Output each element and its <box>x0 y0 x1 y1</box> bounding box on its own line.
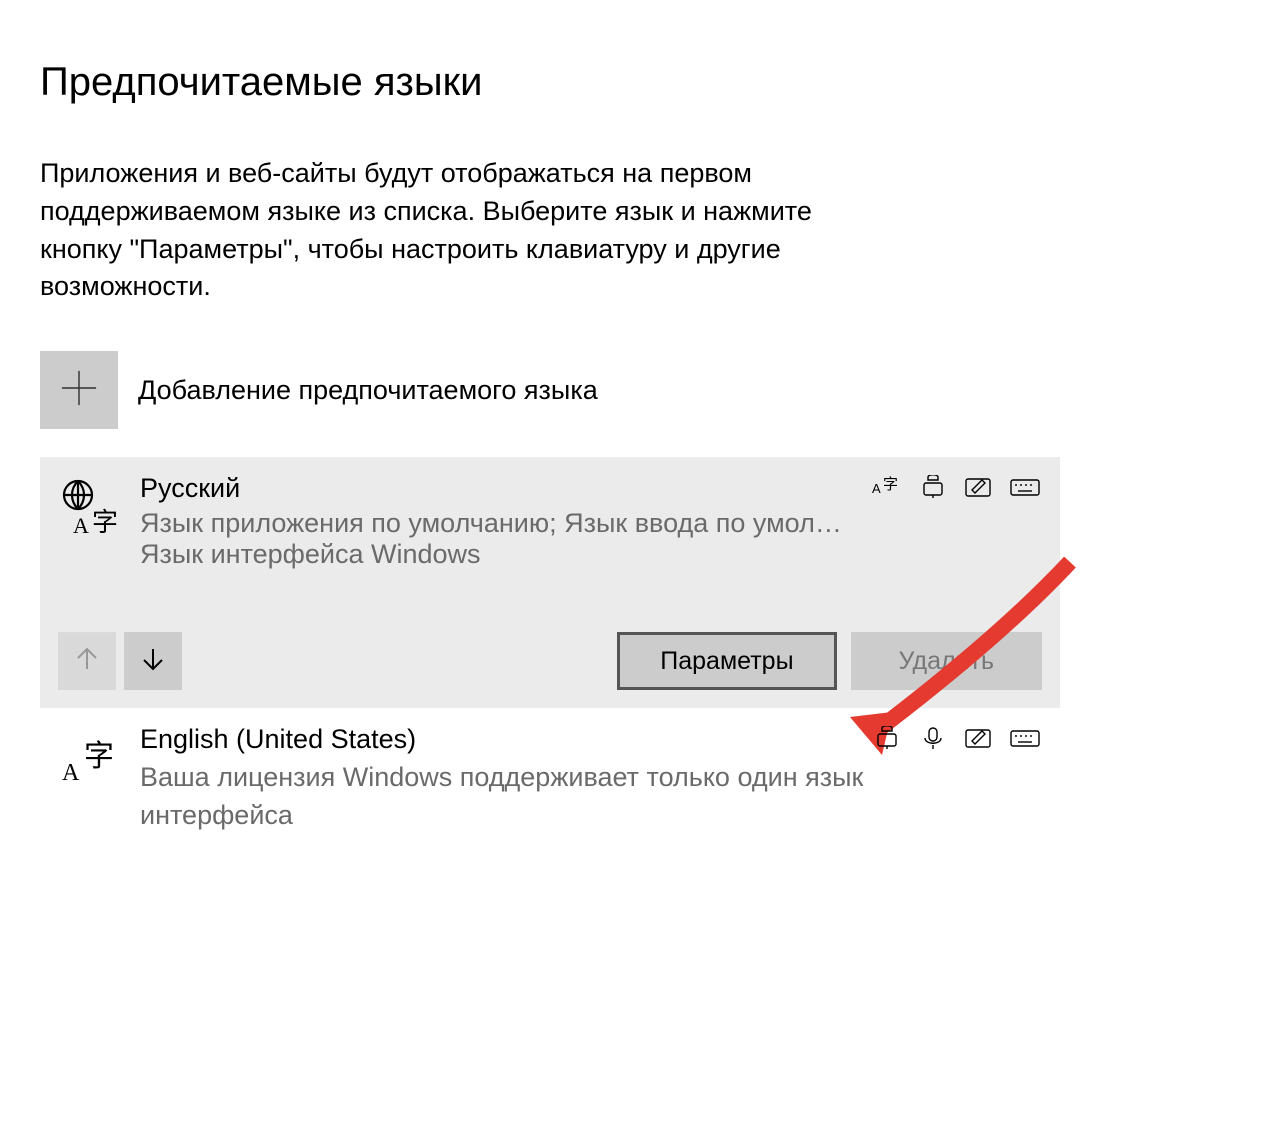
svg-text:A: A <box>62 760 80 786</box>
preferred-languages-description: Приложения и веб-сайты будут отображатьс… <box>40 155 900 306</box>
add-preferred-language-row[interactable]: Добавление предпочитаемого языка <box>40 351 1228 429</box>
svg-text:字: 字 <box>92 508 118 537</box>
move-up-button[interactable] <box>58 632 116 690</box>
keyboard-icon <box>1010 475 1040 504</box>
handwriting-icon <box>964 726 994 755</box>
add-language-button[interactable] <box>40 351 118 429</box>
svg-text:A: A <box>73 513 89 537</box>
speech-recognition-icon <box>918 726 948 755</box>
language-item-russian[interactable]: A 字 Русский Язык приложения по умолчанию… <box>40 457 1060 708</box>
language-meta: Ваша лицензия Windows поддерживает тольк… <box>140 759 880 835</box>
plus-icon <box>60 369 98 412</box>
language-meta-line-2: Язык интерфейса Windows <box>140 539 1042 570</box>
arrow-down-icon <box>139 645 167 678</box>
arrow-up-icon <box>73 645 101 678</box>
options-button[interactable]: Параметры <box>617 632 836 690</box>
text-to-speech-icon <box>918 475 948 504</box>
language-feature-icons: A 字 <box>872 475 1040 504</box>
text-to-speech-icon <box>872 726 902 755</box>
language-meta-line-1: Язык приложения по умолчанию; Язык ввода… <box>140 508 880 539</box>
preferred-languages-heading: Предпочитаемые языки <box>40 60 1228 105</box>
svg-text:A: A <box>872 481 881 496</box>
display-language-icon: A 字 <box>872 475 902 504</box>
language-globe-icon: A 字 <box>58 477 118 542</box>
svg-text:字: 字 <box>883 476 898 493</box>
language-character-icon: A 字 <box>58 728 118 793</box>
language-feature-icons <box>872 726 1040 755</box>
handwriting-icon <box>964 475 994 504</box>
delete-button[interactable]: Удалить <box>851 632 1042 690</box>
keyboard-icon <box>1010 726 1040 755</box>
language-item-english[interactable]: A 字 English (United States) Ваша лицензи… <box>40 708 1060 851</box>
move-down-button[interactable] <box>124 632 182 690</box>
svg-text:字: 字 <box>84 740 114 773</box>
add-language-label: Добавление предпочитаемого языка <box>138 375 598 406</box>
